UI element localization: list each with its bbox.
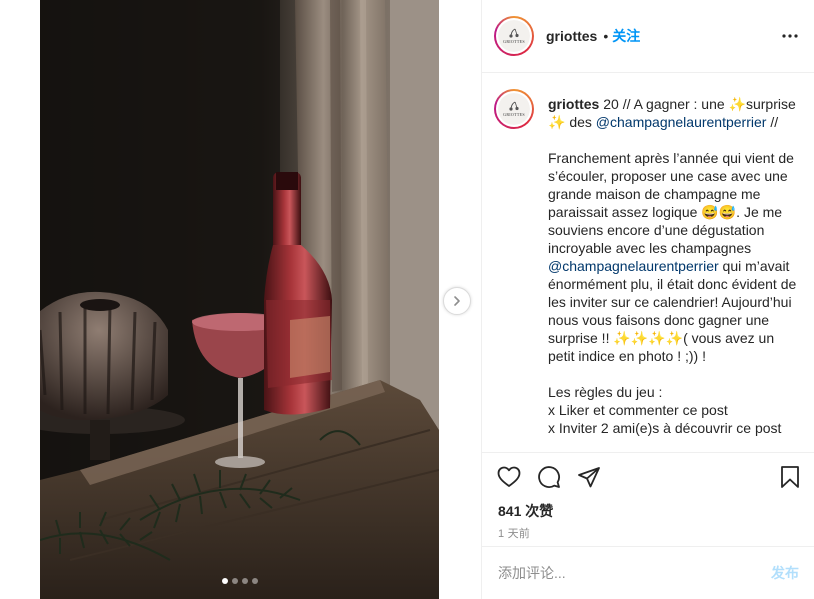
post-sidebar: GRIOTTES griottes • 关注 GRIOTTES griottes…	[481, 0, 814, 599]
bookmark-icon	[781, 466, 799, 488]
caption-username[interactable]: griottes	[548, 96, 599, 112]
like-button[interactable]	[496, 464, 522, 490]
caption-avatar[interactable]: GRIOTTES	[494, 89, 534, 129]
post-actions: 841 次赞 1 天前 发布	[482, 452, 814, 599]
comment-button[interactable]	[536, 464, 562, 490]
carousel-indicator	[40, 578, 439, 584]
comment-icon	[538, 466, 560, 488]
post-modal: GRIOTTES griottes • 关注 GRIOTTES griottes…	[0, 0, 814, 599]
carousel-dot	[241, 578, 248, 584]
caption-mention-link[interactable]: @champagnelaurentperrier	[596, 114, 767, 130]
more-options-button[interactable]	[782, 28, 798, 44]
header-username[interactable]: griottes	[546, 28, 597, 44]
caption: GRIOTTES griottes 20 // A gagner : une ✨…	[494, 89, 799, 437]
carousel-dot	[251, 578, 258, 584]
post-photo[interactable]	[40, 0, 439, 599]
photo-image	[40, 0, 439, 599]
caption-text: griottes 20 // A gagner : une ✨surprise …	[548, 95, 798, 437]
avatar[interactable]: GRIOTTES	[494, 16, 534, 56]
more-icon	[782, 34, 798, 38]
save-button[interactable]	[777, 464, 803, 490]
share-button[interactable]	[576, 464, 602, 490]
cherry-logo-icon	[509, 28, 519, 38]
separator-dot: •	[603, 28, 609, 44]
post-timestamp[interactable]: 1 天前	[482, 525, 814, 541]
carousel-dot	[221, 578, 228, 584]
comment-input[interactable]	[498, 565, 771, 581]
action-icons	[482, 453, 814, 501]
caption-text-part: // Franchement après l’année qui vient d…	[548, 114, 794, 256]
comments-scroll-area[interactable]: GRIOTTES griottes 20 // A gagner : une ✨…	[482, 73, 814, 452]
likes-count[interactable]: 841 次赞	[482, 501, 814, 519]
carousel-dot	[231, 578, 238, 584]
avatar-logo-text: GRIOTTES	[503, 112, 525, 117]
chevron-right-icon	[454, 296, 460, 306]
comment-bar: 发布	[482, 546, 814, 599]
follow-button[interactable]: 关注	[612, 26, 640, 46]
post-comment-button[interactable]: 发布	[771, 563, 799, 583]
post-header: GRIOTTES griottes • 关注	[482, 0, 814, 73]
caption-text-part: qui m’avait énormément plu, il était don…	[548, 258, 797, 436]
share-icon	[578, 467, 600, 488]
caption-mention-link[interactable]: @champagnelaurentperrier	[548, 258, 719, 274]
next-slide-button[interactable]	[443, 287, 471, 315]
heart-icon	[497, 466, 521, 487]
avatar-logo-text: GRIOTTES	[503, 39, 525, 44]
cherry-logo-icon	[509, 101, 519, 111]
